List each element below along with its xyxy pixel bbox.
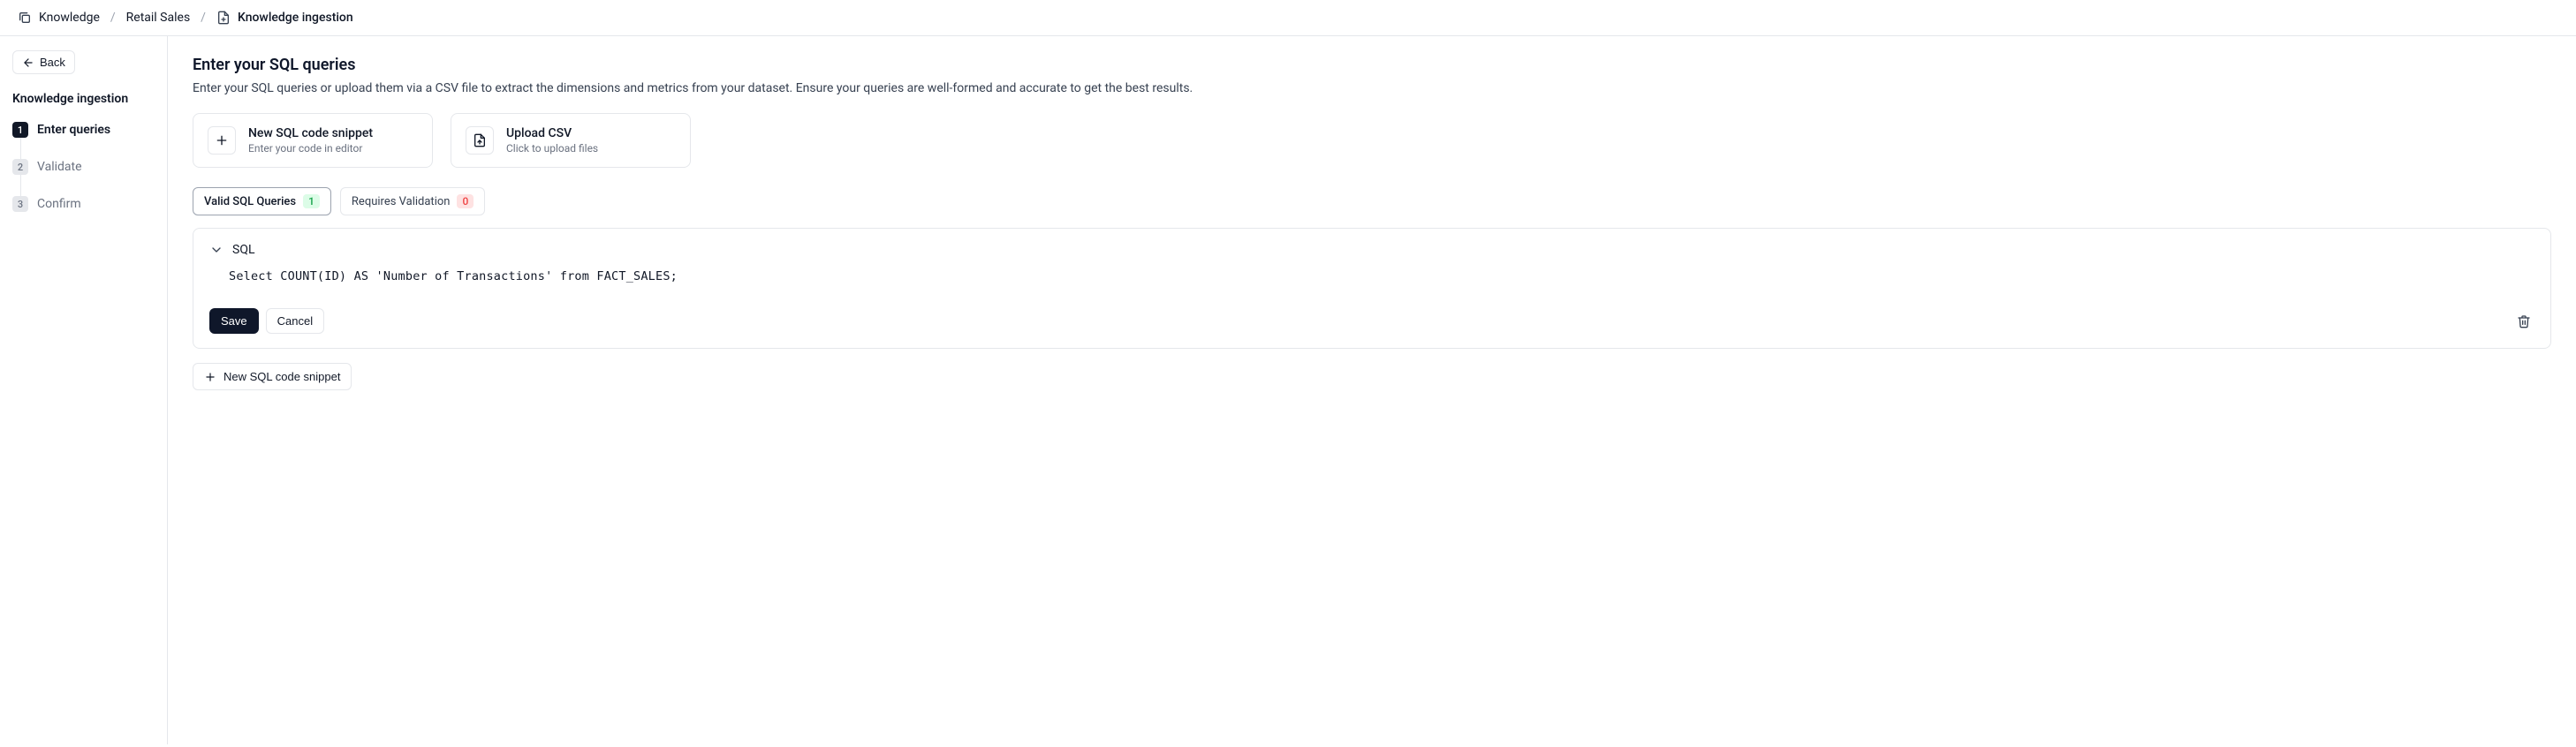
layers-icon — [18, 11, 32, 25]
sidebar-title: Knowledge ingestion — [12, 92, 155, 106]
tab-bar: Valid SQL Queries 1 Requires Validation … — [193, 187, 2551, 215]
breadcrumb-label: Knowledge — [39, 11, 100, 25]
sql-code-block[interactable]: Select COUNT(ID) AS 'Number of Transacti… — [209, 266, 2534, 308]
step-number: 1 — [12, 122, 28, 138]
breadcrumb-label: Retail Sales — [126, 11, 191, 25]
query-label: SQL — [232, 243, 254, 257]
button-label: New SQL code snippet — [224, 370, 340, 383]
step-validate[interactable]: 2 Validate — [12, 159, 155, 175]
plus-icon — [204, 371, 216, 383]
card-title: New SQL code snippet — [248, 126, 373, 140]
step-confirm[interactable]: 3 Confirm — [12, 196, 155, 212]
card-subtitle: Enter your code in editor — [248, 142, 373, 155]
back-label: Back — [40, 56, 65, 69]
main-content: Enter your SQL queries Enter your SQL qu… — [168, 36, 2576, 744]
breadcrumb: Knowledge / Retail Sales / Knowledge ing… — [0, 0, 2576, 36]
back-button[interactable]: Back — [12, 50, 75, 74]
tab-label: Requires Validation — [352, 195, 451, 208]
step-label: Validate — [37, 160, 82, 174]
page-title: Enter your SQL queries — [193, 56, 2551, 74]
tab-count-badge: 1 — [303, 194, 320, 208]
tab-requires-validation[interactable]: Requires Validation 0 — [340, 187, 485, 215]
page-description: Enter your SQL queries or upload them vi… — [193, 81, 2551, 95]
step-number: 3 — [12, 196, 28, 212]
cancel-button[interactable]: Cancel — [266, 308, 324, 334]
file-upload-icon — [466, 126, 494, 155]
new-sql-snippet-button[interactable]: New SQL code snippet — [193, 363, 352, 390]
breadcrumb-item-knowledge[interactable]: Knowledge — [18, 11, 100, 25]
query-panel: SQL Select COUNT(ID) AS 'Number of Trans… — [193, 228, 2551, 349]
step-list: 1 Enter queries 2 Validate 3 Confirm — [12, 122, 155, 212]
breadcrumb-separator: / — [110, 11, 116, 25]
tab-label: Valid SQL Queries — [204, 195, 296, 208]
tab-count-badge: 0 — [457, 194, 474, 208]
step-connector — [20, 138, 21, 159]
card-subtitle: Click to upload files — [506, 142, 598, 155]
card-title: Upload CSV — [506, 126, 598, 140]
tab-valid-queries[interactable]: Valid SQL Queries 1 — [193, 187, 331, 215]
plus-icon — [208, 126, 236, 155]
breadcrumb-item-retail-sales[interactable]: Retail Sales — [126, 11, 191, 25]
upload-csv-card[interactable]: Upload CSV Click to upload files — [451, 113, 691, 168]
file-plus-icon — [216, 11, 231, 25]
save-button[interactable]: Save — [209, 308, 259, 334]
breadcrumb-label: Knowledge ingestion — [238, 11, 353, 25]
trash-icon — [2517, 314, 2531, 328]
chevron-down-icon[interactable] — [209, 243, 224, 257]
arrow-left-icon — [22, 57, 34, 69]
breadcrumb-separator: / — [201, 11, 206, 25]
new-sql-snippet-card[interactable]: New SQL code snippet Enter your code in … — [193, 113, 433, 168]
delete-button[interactable] — [2513, 311, 2534, 332]
sidebar: Back Knowledge ingestion 1 Enter queries… — [0, 36, 168, 744]
step-number: 2 — [12, 159, 28, 175]
step-label: Confirm — [37, 197, 81, 211]
step-label: Enter queries — [37, 123, 110, 137]
step-connector — [20, 175, 21, 196]
step-enter-queries[interactable]: 1 Enter queries — [12, 122, 155, 138]
breadcrumb-item-current: Knowledge ingestion — [216, 11, 353, 25]
